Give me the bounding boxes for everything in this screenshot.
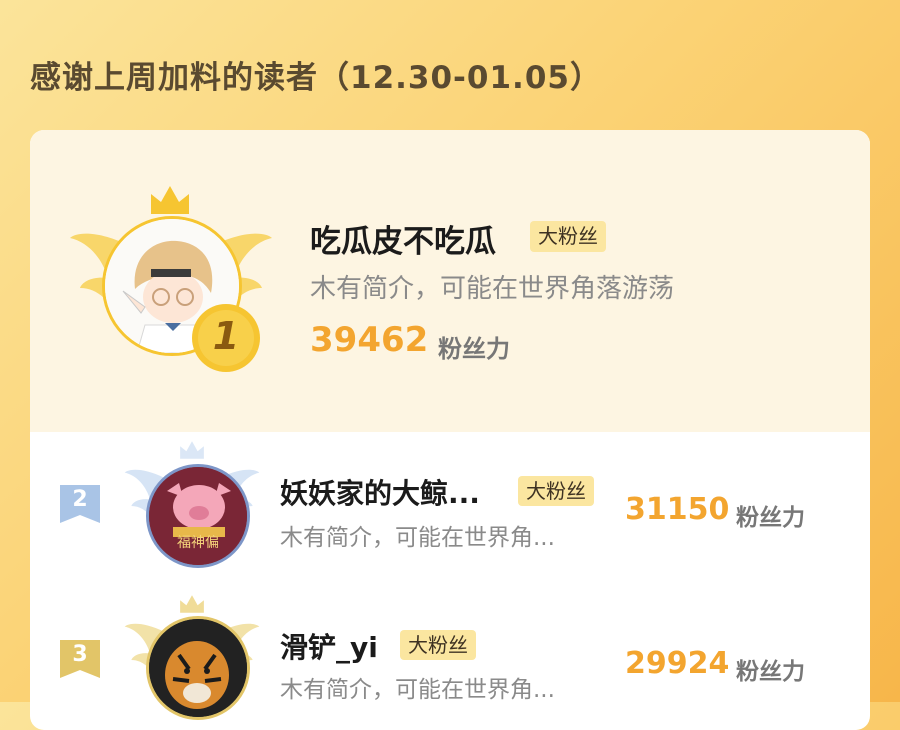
avatar[interactable] (146, 464, 250, 568)
rank-number: 2 (72, 487, 88, 512)
user-name[interactable]: 吃瓜皮不吃瓜 (310, 216, 496, 261)
fan-badge: 大粉丝 (518, 476, 594, 506)
fan-power-label: 粉丝力 (736, 659, 805, 685)
user-name[interactable]: 滑铲_yi (280, 626, 378, 666)
avatar[interactable] (146, 616, 250, 720)
user-bio: 木有简介，可能在世界角... (280, 677, 555, 703)
user-bio: 木有简介，可能在世界角... (280, 525, 555, 551)
rank-number: 3 (72, 642, 88, 667)
fan-power-label: 粉丝力 (736, 505, 805, 531)
fan-badge: 大粉丝 (400, 630, 476, 660)
avatar-caption: 福神偏 (177, 535, 219, 551)
ranking-card: 1 吃瓜皮不吃瓜 大粉丝 木有简介，可能在世界角落游荡 39462 粉丝力 2 (30, 130, 870, 730)
user-name[interactable]: 妖妖家的大鲸... (280, 472, 480, 512)
fan-badge: 大粉丝 (530, 221, 606, 252)
fan-power-score: 29924 (625, 646, 730, 681)
fan-power-score: 39462 (310, 320, 429, 360)
rank-number: 1 (212, 314, 240, 358)
crown-icon (180, 441, 204, 459)
page-title: 感谢上周加料的读者（12.30-01.05） (30, 60, 602, 96)
fan-power-label: 粉丝力 (438, 335, 510, 363)
crown-icon (180, 595, 204, 613)
tiger-avatar-icon (149, 619, 247, 717)
user-bio: 木有简介，可能在世界角落游荡 (310, 274, 675, 304)
crown-icon (151, 186, 189, 214)
fan-power-score: 31150 (625, 492, 730, 527)
